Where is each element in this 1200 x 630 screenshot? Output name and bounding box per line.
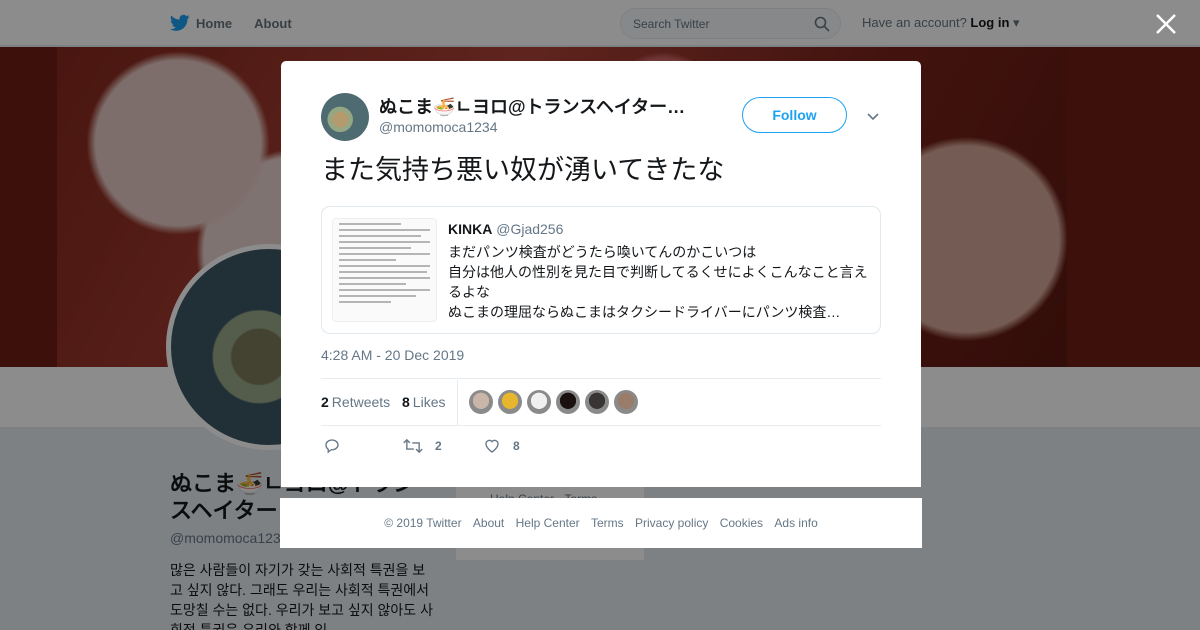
author-handle[interactable]: @momomoca1234 xyxy=(379,119,498,135)
chevron-down-icon[interactable] xyxy=(865,108,881,124)
tweet-timestamp[interactable]: 4:28 AM - 20 Dec 2019 xyxy=(321,347,464,363)
heart-icon xyxy=(485,439,499,453)
footer-link-privacy[interactable]: Privacy policy xyxy=(635,516,708,530)
retweets-count: 2 xyxy=(321,394,329,410)
footer-copyright: © 2019 Twitter xyxy=(384,516,462,530)
reply-button[interactable] xyxy=(323,437,353,455)
liker-avatar[interactable] xyxy=(585,390,609,414)
retweets-label: Retweets xyxy=(331,394,391,410)
liker-avatar[interactable] xyxy=(614,390,638,414)
like-button[interactable]: 8 xyxy=(483,437,520,455)
likes-label: Likes xyxy=(412,394,446,410)
footer-link-ads-info[interactable]: Ads info xyxy=(774,516,817,530)
retweets-stat[interactable]: 2 Retweets xyxy=(321,394,390,410)
author-name[interactable]: ぬこま🍜ㄴヨロ@トランスヘイター… xyxy=(379,93,709,119)
tweet-modal: ぬこま🍜ㄴヨロ@トランスヘイター… @momomoca1234 Follow ま… xyxy=(281,61,921,487)
liker-avatar[interactable] xyxy=(498,390,522,414)
liker-avatar[interactable] xyxy=(556,390,580,414)
liker-avatar[interactable] xyxy=(469,390,493,414)
footer-link-terms[interactable]: Terms xyxy=(591,516,624,530)
quoted-author-handle: @Gjad256 xyxy=(496,221,564,237)
likes-count: 8 xyxy=(402,394,410,410)
footer-link-help-center[interactable]: Help Center xyxy=(516,516,580,530)
likes-stat[interactable]: 8 Likes xyxy=(402,394,445,410)
tweet-text: また気持ち悪い奴が湧いてきたな xyxy=(321,155,725,185)
follow-button[interactable]: Follow xyxy=(742,97,847,133)
quoted-tweet-text: まだパンツ検査がどうたら喚いてんのかこいつは 自分は他人の性別を見た目で判断して… xyxy=(448,244,868,320)
reply-icon xyxy=(325,439,339,454)
quoted-tweet[interactable]: KINKA @Gjad256 まだパンツ検査がどうたら喚いてんのかこいつは 自分… xyxy=(321,206,881,334)
footer-link-cookies[interactable]: Cookies xyxy=(720,516,763,530)
footer-link-about[interactable]: About xyxy=(473,516,504,530)
quoted-author-name: KINKA xyxy=(448,221,493,237)
tweet-stats: 2 Retweets 8 Likes xyxy=(321,378,881,426)
retweet-count: 2 xyxy=(435,439,442,453)
stats-divider xyxy=(457,380,458,425)
liker-avatar[interactable] xyxy=(527,390,551,414)
author-avatar[interactable] xyxy=(321,93,369,141)
like-count: 8 xyxy=(513,439,520,453)
quoted-tweet-header: KINKA @Gjad256 xyxy=(448,221,873,237)
quoted-tweet-thumbnail xyxy=(332,218,437,322)
modal-footer: © 2019 Twitter About Help Center Terms P… xyxy=(280,498,922,548)
retweet-button[interactable]: 2 xyxy=(403,437,442,455)
close-icon[interactable] xyxy=(1153,11,1179,37)
quoted-tweet-body: KINKA @Gjad256 まだパンツ検査がどうたら喚いてんのかこいつは 自分… xyxy=(448,221,873,322)
retweet-icon xyxy=(403,438,423,454)
liker-avatars xyxy=(469,390,638,414)
